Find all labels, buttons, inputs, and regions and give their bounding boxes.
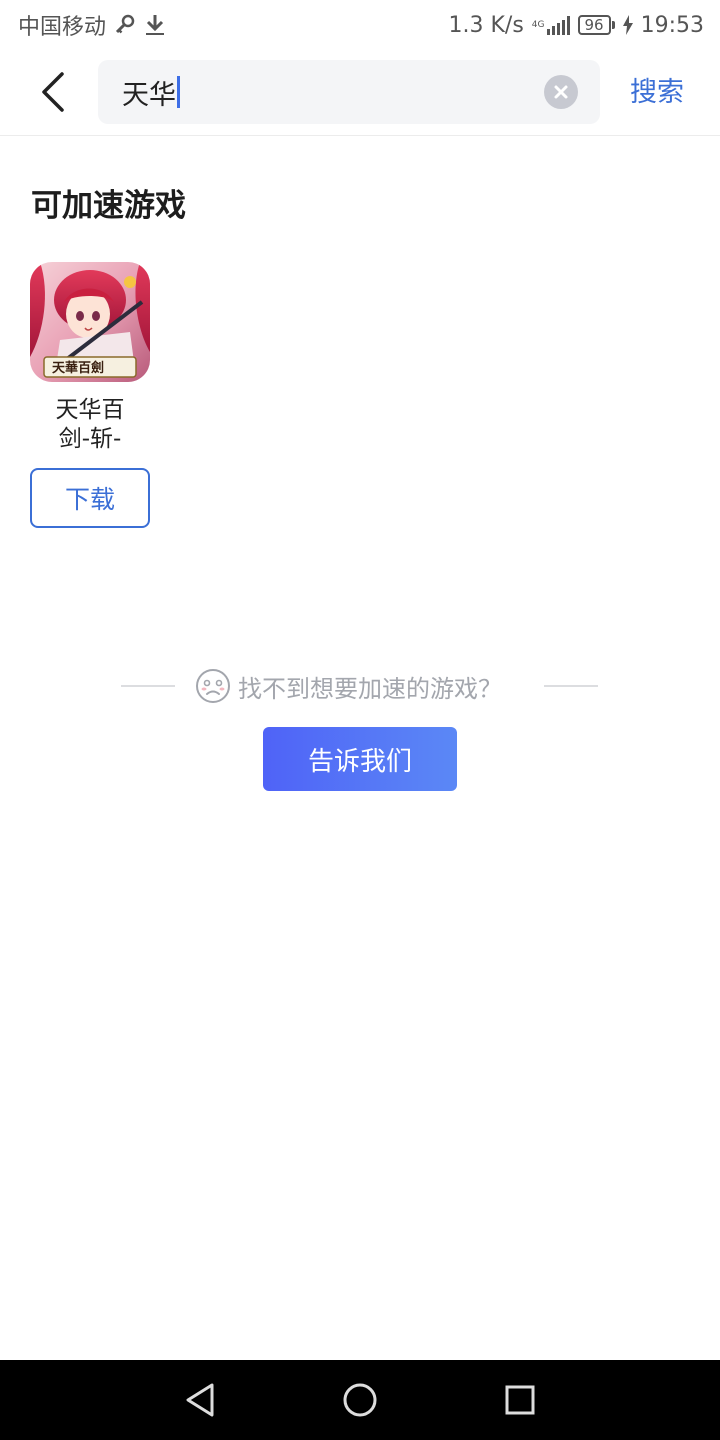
clear-icon — [554, 85, 568, 99]
carrier-label: 中国移动 — [18, 15, 107, 40]
game-name-line2: 剑-斩- — [58, 426, 122, 452]
search-input[interactable]: 天华 — [98, 60, 600, 124]
system-nav-bar — [0, 1360, 720, 1440]
status-bar: 中国移动 1.3 K/s 4G 96 19:53 — [0, 0, 720, 50]
net-type-label: 4G — [531, 19, 545, 30]
battery-indicator: 96 — [577, 15, 615, 35]
status-left: 中国移动 — [18, 9, 166, 41]
home-circle-icon — [343, 1383, 377, 1417]
net-speed-label: 1.3 K/s — [448, 12, 524, 38]
nav-recents-button[interactable] — [498, 1378, 542, 1422]
search-button[interactable]: 搜索 — [630, 70, 684, 109]
charging-icon — [622, 15, 633, 35]
download-icon — [144, 13, 166, 37]
battery-level: 96 — [577, 15, 611, 35]
game-card: 天華百劍 天华百 剑-斩- 下载 — [30, 262, 150, 528]
status-right: 1.3 K/s 4G 96 19:53 — [449, 13, 704, 38]
clock: 19:53 — [640, 12, 704, 38]
sad-face-icon — [196, 669, 230, 703]
nav-back-button[interactable] — [178, 1378, 222, 1422]
back-triangle-icon — [186, 1383, 214, 1417]
search-header: 天华 搜索 — [0, 50, 720, 136]
not-found-text: 找不到想要加速的游戏？ — [238, 675, 502, 703]
game-name-line1: 天华百 — [55, 397, 125, 423]
signal-icon: 4G — [532, 15, 570, 35]
back-button[interactable] — [28, 67, 78, 117]
divider-left — [121, 685, 175, 687]
not-found-hint: 找不到想要加速的游戏？ — [0, 664, 720, 708]
game-icon-text: 天華百劍 — [52, 360, 104, 376]
key-icon — [114, 14, 136, 36]
game-icon[interactable]: 天華百劍 — [30, 262, 150, 382]
divider-right — [544, 685, 598, 687]
nav-home-button[interactable] — [338, 1378, 382, 1422]
recents-square-icon — [505, 1385, 535, 1415]
text-caret — [177, 76, 180, 108]
search-input-value: 天华 — [122, 79, 176, 111]
game-name: 天华百 剑-斩- — [30, 396, 150, 454]
download-button[interactable]: 下载 — [30, 468, 150, 528]
back-arrow-icon — [42, 72, 64, 112]
clear-search-button[interactable] — [544, 75, 578, 109]
section-title: 可加速游戏 — [31, 188, 186, 224]
tell-us-button[interactable]: 告诉我们 — [263, 727, 457, 791]
